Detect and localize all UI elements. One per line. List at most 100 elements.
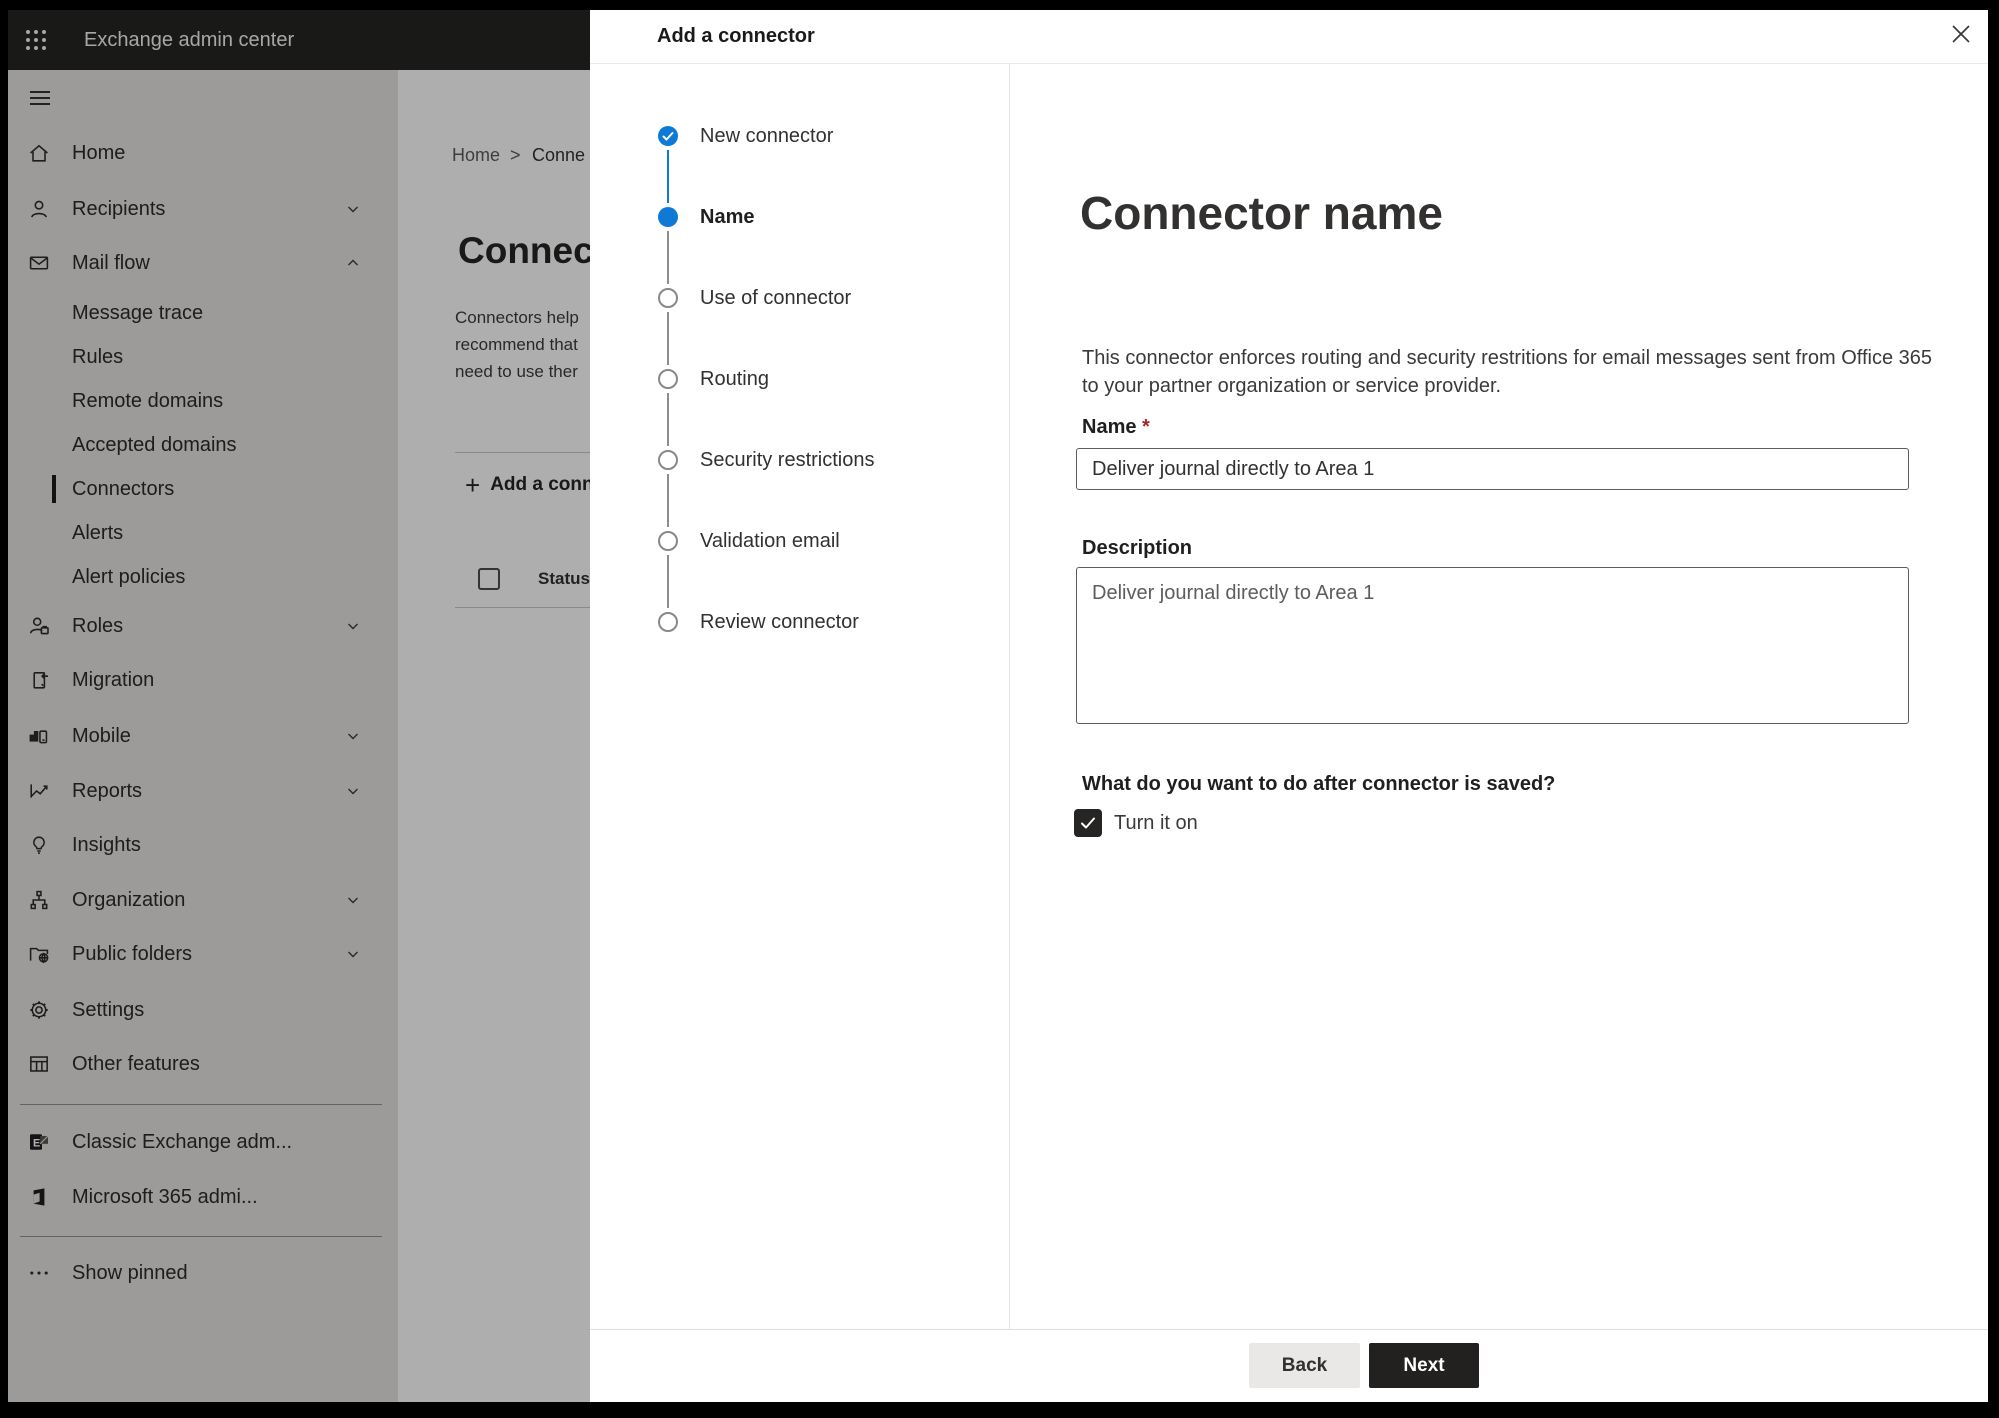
column-header-status: Status bbox=[538, 569, 590, 588]
step-connector-line bbox=[667, 231, 669, 284]
close-icon[interactable] bbox=[1946, 19, 1976, 49]
sidebar-item-insights[interactable]: Insights bbox=[8, 818, 398, 872]
required-marker: * bbox=[1142, 416, 1150, 438]
sidebar-item-organization[interactable]: Organization bbox=[8, 873, 398, 927]
step-label-routing[interactable]: Routing bbox=[700, 369, 769, 389]
table-icon bbox=[27, 1052, 51, 1076]
step-label-security-restrictions[interactable]: Security restrictions bbox=[700, 450, 875, 470]
app-window: Exchange admin center Home Recipients Ma… bbox=[8, 10, 1988, 1402]
step-label-name[interactable]: Name bbox=[700, 207, 754, 227]
folder-globe-icon bbox=[27, 942, 51, 966]
step-circle-upcoming[interactable] bbox=[658, 288, 678, 308]
sidebar-item-migration[interactable]: Migration bbox=[8, 653, 398, 707]
home-icon bbox=[27, 141, 51, 165]
step-circle-current[interactable] bbox=[658, 207, 678, 227]
page-description-line: need to use ther bbox=[455, 362, 578, 381]
breadcrumb-separator: > bbox=[510, 145, 521, 165]
sidebar-item-m365-admin[interactable]: Microsoft 365 admi... bbox=[8, 1170, 398, 1224]
svg-text:E: E bbox=[33, 1137, 40, 1149]
chevron-down-icon bbox=[346, 893, 360, 907]
add-connector-dialog: Add a connector New connector Name Use o… bbox=[590, 10, 1988, 1402]
step-connector-line bbox=[667, 474, 669, 527]
sidebar-item-alert-policies[interactable]: Alert policies bbox=[8, 555, 398, 599]
sidebar-item-show-pinned[interactable]: Show pinned bbox=[8, 1246, 398, 1300]
selected-indicator bbox=[52, 475, 56, 503]
page-description-line: Connectors help bbox=[455, 308, 579, 327]
waffle-icon[interactable] bbox=[24, 28, 48, 52]
sidebar-item-mobile[interactable]: Mobile bbox=[8, 709, 398, 763]
next-button[interactable]: Next bbox=[1369, 1343, 1479, 1388]
sidebar-item-accepted-domains[interactable]: Accepted domains bbox=[8, 423, 398, 467]
chevron-down-icon bbox=[346, 619, 360, 633]
step-circle-upcoming[interactable] bbox=[658, 369, 678, 389]
step-label-new-connector[interactable]: New connector bbox=[700, 126, 833, 146]
breadcrumb-current: Conne bbox=[532, 145, 586, 165]
hamburger-icon[interactable] bbox=[28, 86, 52, 110]
list-divider bbox=[455, 607, 590, 608]
sidebar-item-mail-flow[interactable]: Mail flow bbox=[8, 236, 398, 290]
step-connector-line bbox=[667, 555, 669, 608]
description-field-label: Description bbox=[1082, 537, 1193, 559]
sidebar-item-alerts[interactable]: Alerts bbox=[8, 511, 398, 555]
content-title: Connector name bbox=[1080, 187, 1443, 239]
check-icon bbox=[1081, 817, 1095, 829]
sidebar-item-roles[interactable]: Roles bbox=[8, 599, 398, 653]
sidebar-divider bbox=[20, 1104, 382, 1105]
top-app-bar: Exchange admin center bbox=[8, 10, 590, 70]
sidebar-item-classic-exchange[interactable]: E Classic Exchange adm... bbox=[8, 1115, 398, 1169]
sidebar-divider bbox=[20, 1236, 382, 1237]
migration-icon bbox=[27, 668, 51, 692]
select-all-checkbox[interactable] bbox=[478, 568, 500, 590]
add-connector-button[interactable]: + Add a conn bbox=[465, 470, 590, 500]
sidebar-item-connectors[interactable]: Connectors bbox=[8, 467, 398, 511]
sidebar-item-public-folders[interactable]: Public folders bbox=[8, 927, 398, 981]
step-circle-upcoming[interactable] bbox=[658, 450, 678, 470]
gear-icon bbox=[27, 998, 51, 1022]
content-description: This connector enforces routing and secu… bbox=[1082, 347, 1933, 397]
chevron-up-icon bbox=[346, 256, 360, 270]
step-connector-line bbox=[667, 312, 669, 365]
lightbulb-icon bbox=[27, 833, 51, 857]
screenshot-frame: Exchange admin center Home Recipients Ma… bbox=[0, 0, 1999, 1418]
sidebar-item-home[interactable]: Home bbox=[8, 126, 398, 180]
mail-icon bbox=[27, 251, 51, 275]
back-button[interactable]: Back bbox=[1249, 1343, 1360, 1388]
person-icon bbox=[27, 197, 51, 221]
mobile-icon bbox=[27, 724, 51, 748]
step-circle-completed[interactable] bbox=[658, 126, 678, 146]
page-description-line: recommend that bbox=[455, 335, 578, 354]
ellipsis-icon bbox=[27, 1261, 51, 1285]
sidebar-item-other-features[interactable]: Other features bbox=[8, 1037, 398, 1091]
turn-it-on-checkbox[interactable] bbox=[1074, 809, 1102, 837]
exchange-logo-icon: E bbox=[27, 1130, 51, 1154]
sidebar-item-rules[interactable]: Rules bbox=[8, 335, 398, 379]
sidebar-item-reports[interactable]: Reports bbox=[8, 764, 398, 818]
check-icon bbox=[662, 132, 674, 141]
step-circle-upcoming[interactable] bbox=[658, 612, 678, 632]
step-label-validation-email[interactable]: Validation email bbox=[700, 531, 840, 551]
sidebar-item-remote-domains[interactable]: Remote domains bbox=[8, 379, 398, 423]
org-chart-icon bbox=[27, 888, 51, 912]
breadcrumb-home[interactable]: Home bbox=[452, 145, 500, 165]
roles-icon bbox=[27, 614, 51, 638]
m365-logo-icon bbox=[27, 1185, 51, 1209]
name-field-label: Name * bbox=[1082, 416, 1150, 438]
step-circle-upcoming[interactable] bbox=[658, 531, 678, 551]
chevron-down-icon bbox=[346, 784, 360, 798]
app-background: Exchange admin center Home Recipients Ma… bbox=[8, 10, 590, 1402]
turn-it-on-label: Turn it on bbox=[1114, 812, 1198, 834]
chevron-down-icon bbox=[346, 202, 360, 216]
description-textarea[interactable]: Deliver journal directly to Area 1 bbox=[1076, 567, 1909, 724]
sidebar-item-message-trace[interactable]: Message trace bbox=[8, 291, 398, 335]
dialog-header-divider bbox=[590, 63, 1988, 64]
after-save-question: What do you want to do after connector i… bbox=[1082, 773, 1556, 795]
dialog-title: Add a connector bbox=[657, 25, 815, 47]
sidebar-item-recipients[interactable]: Recipients bbox=[8, 182, 398, 236]
name-input[interactable] bbox=[1076, 448, 1909, 490]
app-title: Exchange admin center bbox=[84, 29, 295, 51]
step-label-use-of-connector[interactable]: Use of connector bbox=[700, 288, 851, 308]
toolbar-divider bbox=[455, 452, 590, 453]
sidebar-item-settings[interactable]: Settings bbox=[8, 983, 398, 1037]
step-connector-line bbox=[667, 393, 669, 446]
step-label-review-connector[interactable]: Review connector bbox=[700, 612, 859, 632]
